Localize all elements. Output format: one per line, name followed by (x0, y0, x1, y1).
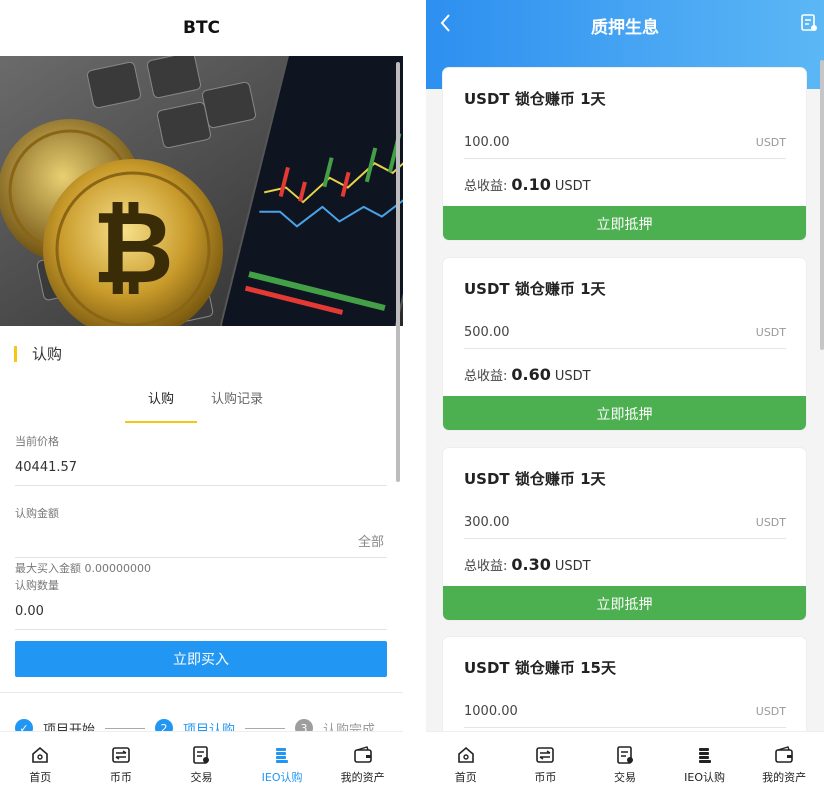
max-buy-hint: 最大买入金额 0.00000000 (15, 562, 151, 575)
staking-screen: 质押生息 USDT 锁仓赚币 1天 100.00 USDT 总收益: 0.10 US… (426, 0, 824, 799)
scrollbar[interactable] (820, 60, 824, 350)
divider (15, 485, 387, 486)
tab-home[interactable]: 首页 (426, 732, 506, 799)
scrollbar[interactable] (396, 62, 400, 482)
divider (0, 692, 403, 693)
amount-label: 认购金额 (15, 507, 59, 520)
profit-unit: USDT (554, 369, 591, 384)
amount-unit: USDT (755, 705, 786, 718)
divider (464, 158, 786, 159)
amount-unit: USDT (755, 136, 786, 149)
all-amount-button[interactable]: 全部 (358, 531, 384, 550)
stake-now-button[interactable]: 立即抵押 (443, 586, 806, 620)
coins-icon (698, 748, 711, 763)
tab-label: 首页 (454, 771, 477, 784)
tab-subscribe[interactable]: 认购 (125, 388, 197, 423)
swap-icon (536, 747, 555, 763)
divider (464, 727, 786, 728)
home-icon (32, 746, 49, 763)
staking-card: USDT 锁仓赚币 1天 300.00 USDT 总收益: 0.30 USDT 立即… (443, 448, 806, 620)
card-title: USDT 锁仓赚币 1天 (464, 470, 606, 488)
tab-label: 我的资产 (340, 771, 385, 784)
buy-now-button[interactable]: 立即买入 (15, 641, 387, 677)
profit-label: 总收益: (464, 369, 508, 384)
total-profit: 总收益: 0.30 USDT (464, 555, 591, 574)
page-title: BTC (182, 18, 221, 38)
tab-subscribe-records[interactable]: 认购记录 (197, 388, 277, 423)
coins-icon (276, 748, 289, 763)
subscribe-tabs: 认购 认购记录 (125, 388, 277, 423)
profit-value: 0.10 (511, 175, 551, 194)
tab-label: IEO认购 (684, 771, 725, 784)
tab-assets[interactable]: 我的资产 (322, 732, 403, 799)
profit-label: 总收益: (464, 179, 508, 194)
tab-label: 币币 (534, 771, 557, 784)
staking-card: USDT 锁仓赚币 1天 500.00 USDT 总收益: 0.60 USDT 立即… (443, 258, 806, 430)
btc-hero-image: ₿ (0, 56, 403, 326)
profit-value: 0.60 (511, 365, 551, 384)
current-price-label: 当前价格 (15, 435, 59, 448)
total-profit: 总收益: 0.10 USDT (464, 175, 591, 194)
total-profit: 总收益: 0.60 USDT (464, 365, 591, 384)
profit-unit: USDT (554, 559, 591, 574)
svg-text:₿: ₿ (92, 189, 174, 306)
bottom-tab-bar: 首页 币币 交易 IEO认购 我的资产 (0, 731, 403, 799)
card-title: USDT 锁仓赚币 1天 (464, 90, 606, 108)
divider (464, 538, 786, 539)
quantity-label: 认购数量 (15, 579, 59, 592)
trade-icon (617, 746, 633, 764)
current-price-value: 40441.57 (15, 460, 78, 475)
tab-ieo[interactable]: IEO认购 (665, 732, 745, 799)
amount-unit: USDT (755, 516, 786, 529)
wallet-icon (353, 746, 372, 763)
tab-label: IEO认购 (261, 771, 303, 784)
card-title: USDT 锁仓赚币 15天 (464, 659, 616, 677)
stake-now-button[interactable]: 立即抵押 (443, 396, 806, 430)
tab-spot[interactable]: 币币 (81, 732, 162, 799)
tab-label: 交易 (190, 771, 213, 784)
app-root: BTC ₿ 认购 认购 认购记录 当前价格 40441.57 认购金额 全部 最… (0, 0, 824, 799)
records-icon[interactable] (800, 14, 818, 32)
section-accent-bar (14, 345, 17, 362)
tab-label: 币币 (109, 771, 132, 784)
profit-value: 0.30 (511, 555, 551, 574)
amount-unit: USDT (755, 326, 786, 339)
ieo-subscribe-screen: BTC ₿ 认购 认购 认购记录 当前价格 40441.57 认购金额 全部 最… (0, 0, 403, 799)
tab-label: 首页 (29, 771, 52, 784)
bottom-tab-bar: 首页 币币 交易 IEO认购 我的资产 (426, 731, 824, 799)
quantity-input[interactable]: 0.00 (15, 604, 44, 619)
step-connector (245, 727, 286, 729)
wallet-icon (775, 746, 793, 763)
tab-home[interactable]: 首页 (0, 732, 81, 799)
tab-trade[interactable]: 交易 (161, 732, 242, 799)
card-title: USDT 锁仓赚币 1天 (464, 280, 606, 298)
home-icon (457, 746, 474, 763)
tab-spot[interactable]: 币币 (506, 732, 586, 799)
profit-label: 总收益: (464, 559, 508, 574)
profit-unit: USDT (554, 179, 591, 194)
amount-input[interactable]: 100.00 (464, 135, 510, 150)
trade-icon (193, 746, 210, 764)
section-title-text: 认购 (32, 345, 63, 363)
tab-ieo[interactable]: IEO认购 (242, 732, 323, 799)
amount-input-line[interactable] (15, 557, 387, 558)
tab-label: 交易 (613, 771, 636, 784)
amount-input[interactable]: 1000.00 (464, 704, 518, 719)
amount-input[interactable]: 300.00 (464, 515, 510, 530)
step-connector (105, 727, 146, 729)
stake-now-button[interactable]: 立即抵押 (443, 206, 806, 240)
staking-card: USDT 锁仓赚币 1天 100.00 USDT 总收益: 0.10 USDT 立即… (443, 68, 806, 240)
tab-label: 我的资产 (762, 771, 807, 784)
divider (464, 348, 786, 349)
divider (15, 629, 387, 630)
tab-trade[interactable]: 交易 (585, 732, 665, 799)
section-title: 认购 (14, 343, 62, 364)
amount-input[interactable]: 500.00 (464, 325, 510, 340)
page-title: 质押生息 (591, 18, 659, 38)
swap-icon (112, 747, 130, 763)
tab-assets[interactable]: 我的资产 (744, 732, 824, 799)
